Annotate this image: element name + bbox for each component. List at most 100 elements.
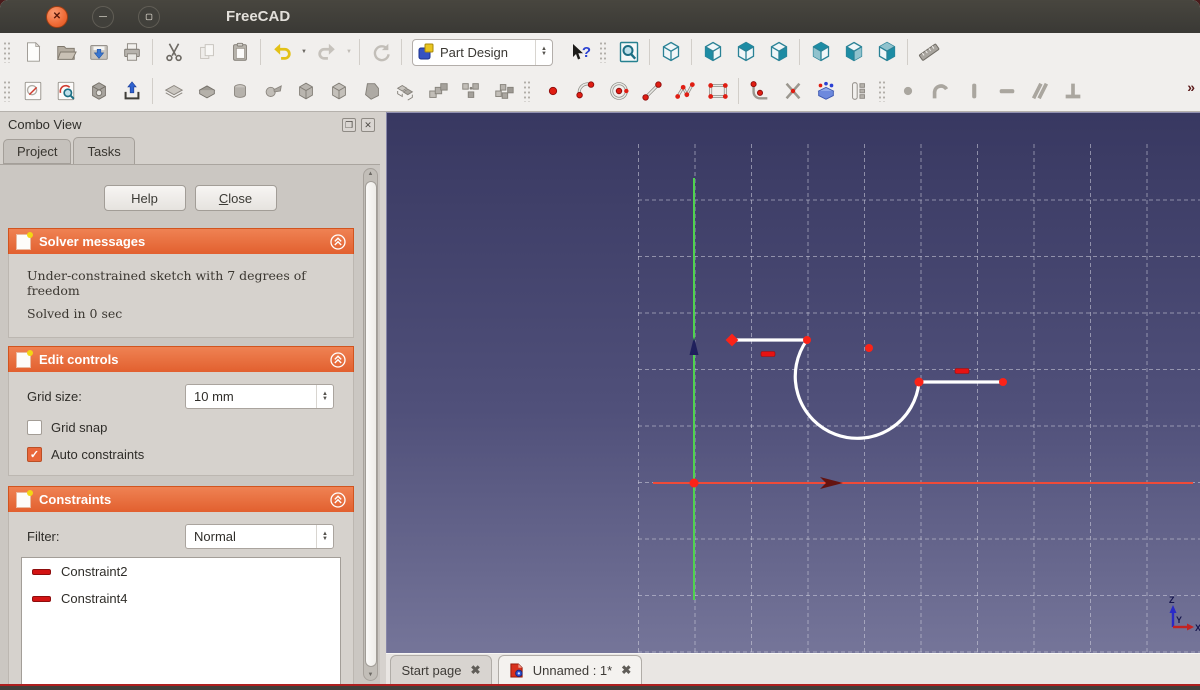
groove-button[interactable]	[256, 76, 289, 106]
tab-tasks[interactable]: Tasks	[73, 137, 135, 164]
origin-point[interactable]	[689, 478, 699, 488]
collapse-icon[interactable]	[330, 351, 346, 368]
create-rectangle-button[interactable]	[701, 76, 734, 106]
multi-transform-button[interactable]	[487, 76, 520, 106]
scrollbar-thumb[interactable]	[364, 181, 377, 667]
view-sketch-button[interactable]	[49, 76, 82, 106]
create-circle-button[interactable]	[602, 76, 635, 106]
help-button[interactable]: Help	[103, 185, 186, 211]
scroll-up-icon[interactable]: ▲	[364, 171, 377, 177]
window-maximize-button[interactable]: ▢	[138, 5, 160, 28]
constrain-parallel-button[interactable]	[1023, 76, 1056, 106]
new-document-button[interactable]	[16, 37, 49, 67]
external-geometry-button[interactable]	[809, 76, 842, 106]
toolbar-grip[interactable]	[3, 41, 12, 63]
redo-dropdown[interactable]: ▼	[343, 49, 355, 55]
tab-project[interactable]: Project	[3, 139, 72, 164]
toolbar-grip[interactable]	[523, 80, 532, 102]
constrain-vertical-button[interactable]	[957, 76, 990, 106]
constraint-list[interactable]: Constraint2 Constraint4	[21, 557, 341, 690]
tab-close-icon[interactable]: ✖	[470, 663, 480, 677]
bottom-view-button[interactable]	[837, 37, 870, 67]
create-point-button[interactable]	[536, 76, 569, 106]
fit-all-button[interactable]	[612, 37, 645, 67]
whats-this-button[interactable]: ?	[563, 37, 596, 67]
copy-button[interactable]	[190, 37, 223, 67]
print-button[interactable]	[115, 37, 148, 67]
linear-pattern-button[interactable]	[421, 76, 454, 106]
undo-button[interactable]	[265, 37, 298, 67]
toolbar-grip[interactable]	[878, 80, 887, 102]
tab-unnamed-document[interactable]: Unnamed : 1* ✖	[498, 655, 642, 685]
scroll-down-icon[interactable]: ▼	[364, 672, 377, 678]
grid-size-spinbox[interactable]: 10 mm ▲ ▼	[185, 384, 334, 409]
create-fillet-button[interactable]	[743, 76, 776, 106]
constrain-coincident-button[interactable]	[891, 76, 924, 106]
collapse-icon[interactable]	[330, 491, 346, 508]
fillet-feature-button[interactable]	[289, 76, 322, 106]
left-view-button[interactable]	[870, 37, 903, 67]
close-task-button[interactable]: Close	[194, 185, 277, 211]
undo-dropdown[interactable]: ▼	[298, 49, 310, 55]
chamfer-button[interactable]	[322, 76, 355, 106]
sketch-point[interactable]	[725, 333, 739, 347]
leave-sketch-button[interactable]	[115, 76, 148, 106]
draft-button[interactable]	[355, 76, 388, 106]
arc-center-point[interactable]	[865, 344, 873, 352]
toolbar-grip[interactable]	[599, 41, 608, 63]
workbench-spinner[interactable]: ▲ ▼	[535, 39, 552, 65]
trim-edge-button[interactable]	[776, 76, 809, 106]
window-minimize-button[interactable]: ─	[92, 5, 114, 28]
create-line-button[interactable]	[635, 76, 668, 106]
open-document-button[interactable]	[49, 37, 82, 67]
filter-combobox[interactable]: Normal ▲ ▼	[185, 524, 334, 549]
tab-close-icon[interactable]: ✖	[621, 663, 631, 677]
sketch-point[interactable]	[914, 377, 924, 387]
window-close-button[interactable]: ✕	[46, 5, 68, 28]
polar-pattern-button[interactable]	[454, 76, 487, 106]
list-item-constraint4[interactable]: Constraint4	[22, 585, 340, 612]
sketch-canvas[interactable]: Z Y X	[387, 113, 1200, 654]
axonometric-view-button[interactable]	[654, 37, 687, 67]
sketch-point[interactable]	[803, 336, 811, 344]
panel-scrollbar[interactable]: ▲ ▼	[363, 168, 378, 681]
horizontal-constraint-marker-1[interactable]	[760, 351, 776, 357]
revolution-button[interactable]	[223, 76, 256, 106]
constrain-perpendicular-button[interactable]	[1056, 76, 1089, 106]
sketch-point[interactable]	[999, 378, 1007, 386]
redo-button[interactable]	[310, 37, 343, 67]
toolbar-grip[interactable]	[3, 80, 12, 102]
new-sketch-button[interactable]	[16, 76, 49, 106]
solver-messages-header[interactable]: Solver messages	[8, 228, 354, 254]
top-view-button[interactable]	[729, 37, 762, 67]
create-arc-button[interactable]	[569, 76, 602, 106]
rear-view-button[interactable]	[804, 37, 837, 67]
map-sketch-button[interactable]	[82, 76, 115, 106]
panel-float-button[interactable]: ❐	[342, 117, 356, 132]
constrain-horizontal-button[interactable]	[990, 76, 1023, 106]
front-view-button[interactable]	[696, 37, 729, 67]
tab-start-page[interactable]: Start page ✖	[390, 655, 492, 685]
auto-constraints-checkbox[interactable]: ✓	[27, 447, 42, 462]
refresh-button[interactable]	[364, 37, 397, 67]
create-polyline-button[interactable]	[668, 76, 701, 106]
filter-spinner[interactable]: ▲ ▼	[316, 525, 333, 548]
right-view-button[interactable]	[762, 37, 795, 67]
measure-button[interactable]	[912, 37, 945, 67]
workbench-selector[interactable]: Part Design ▲ ▼	[412, 38, 553, 66]
constraints-header[interactable]: Constraints	[8, 486, 354, 512]
toolbar-overflow-chevron[interactable]: »	[1187, 79, 1195, 95]
edit-controls-header[interactable]: Edit controls	[8, 346, 354, 372]
sketch-geometry[interactable]	[725, 333, 1007, 440]
list-item-constraint2[interactable]: Constraint2	[22, 558, 340, 585]
grid-snap-checkbox[interactable]	[27, 420, 42, 435]
panel-close-button[interactable]: ✕	[361, 117, 375, 132]
3d-viewport[interactable]: Z Y X	[386, 112, 1200, 653]
sketch-arc[interactable]	[793, 338, 921, 440]
grid-size-spinner[interactable]: ▲ ▼	[316, 385, 333, 408]
cut-button[interactable]	[157, 37, 190, 67]
paste-button[interactable]	[223, 37, 256, 67]
constrain-tangent-button[interactable]	[924, 76, 957, 106]
construction-mode-button[interactable]	[842, 76, 875, 106]
pocket-button[interactable]	[190, 76, 223, 106]
